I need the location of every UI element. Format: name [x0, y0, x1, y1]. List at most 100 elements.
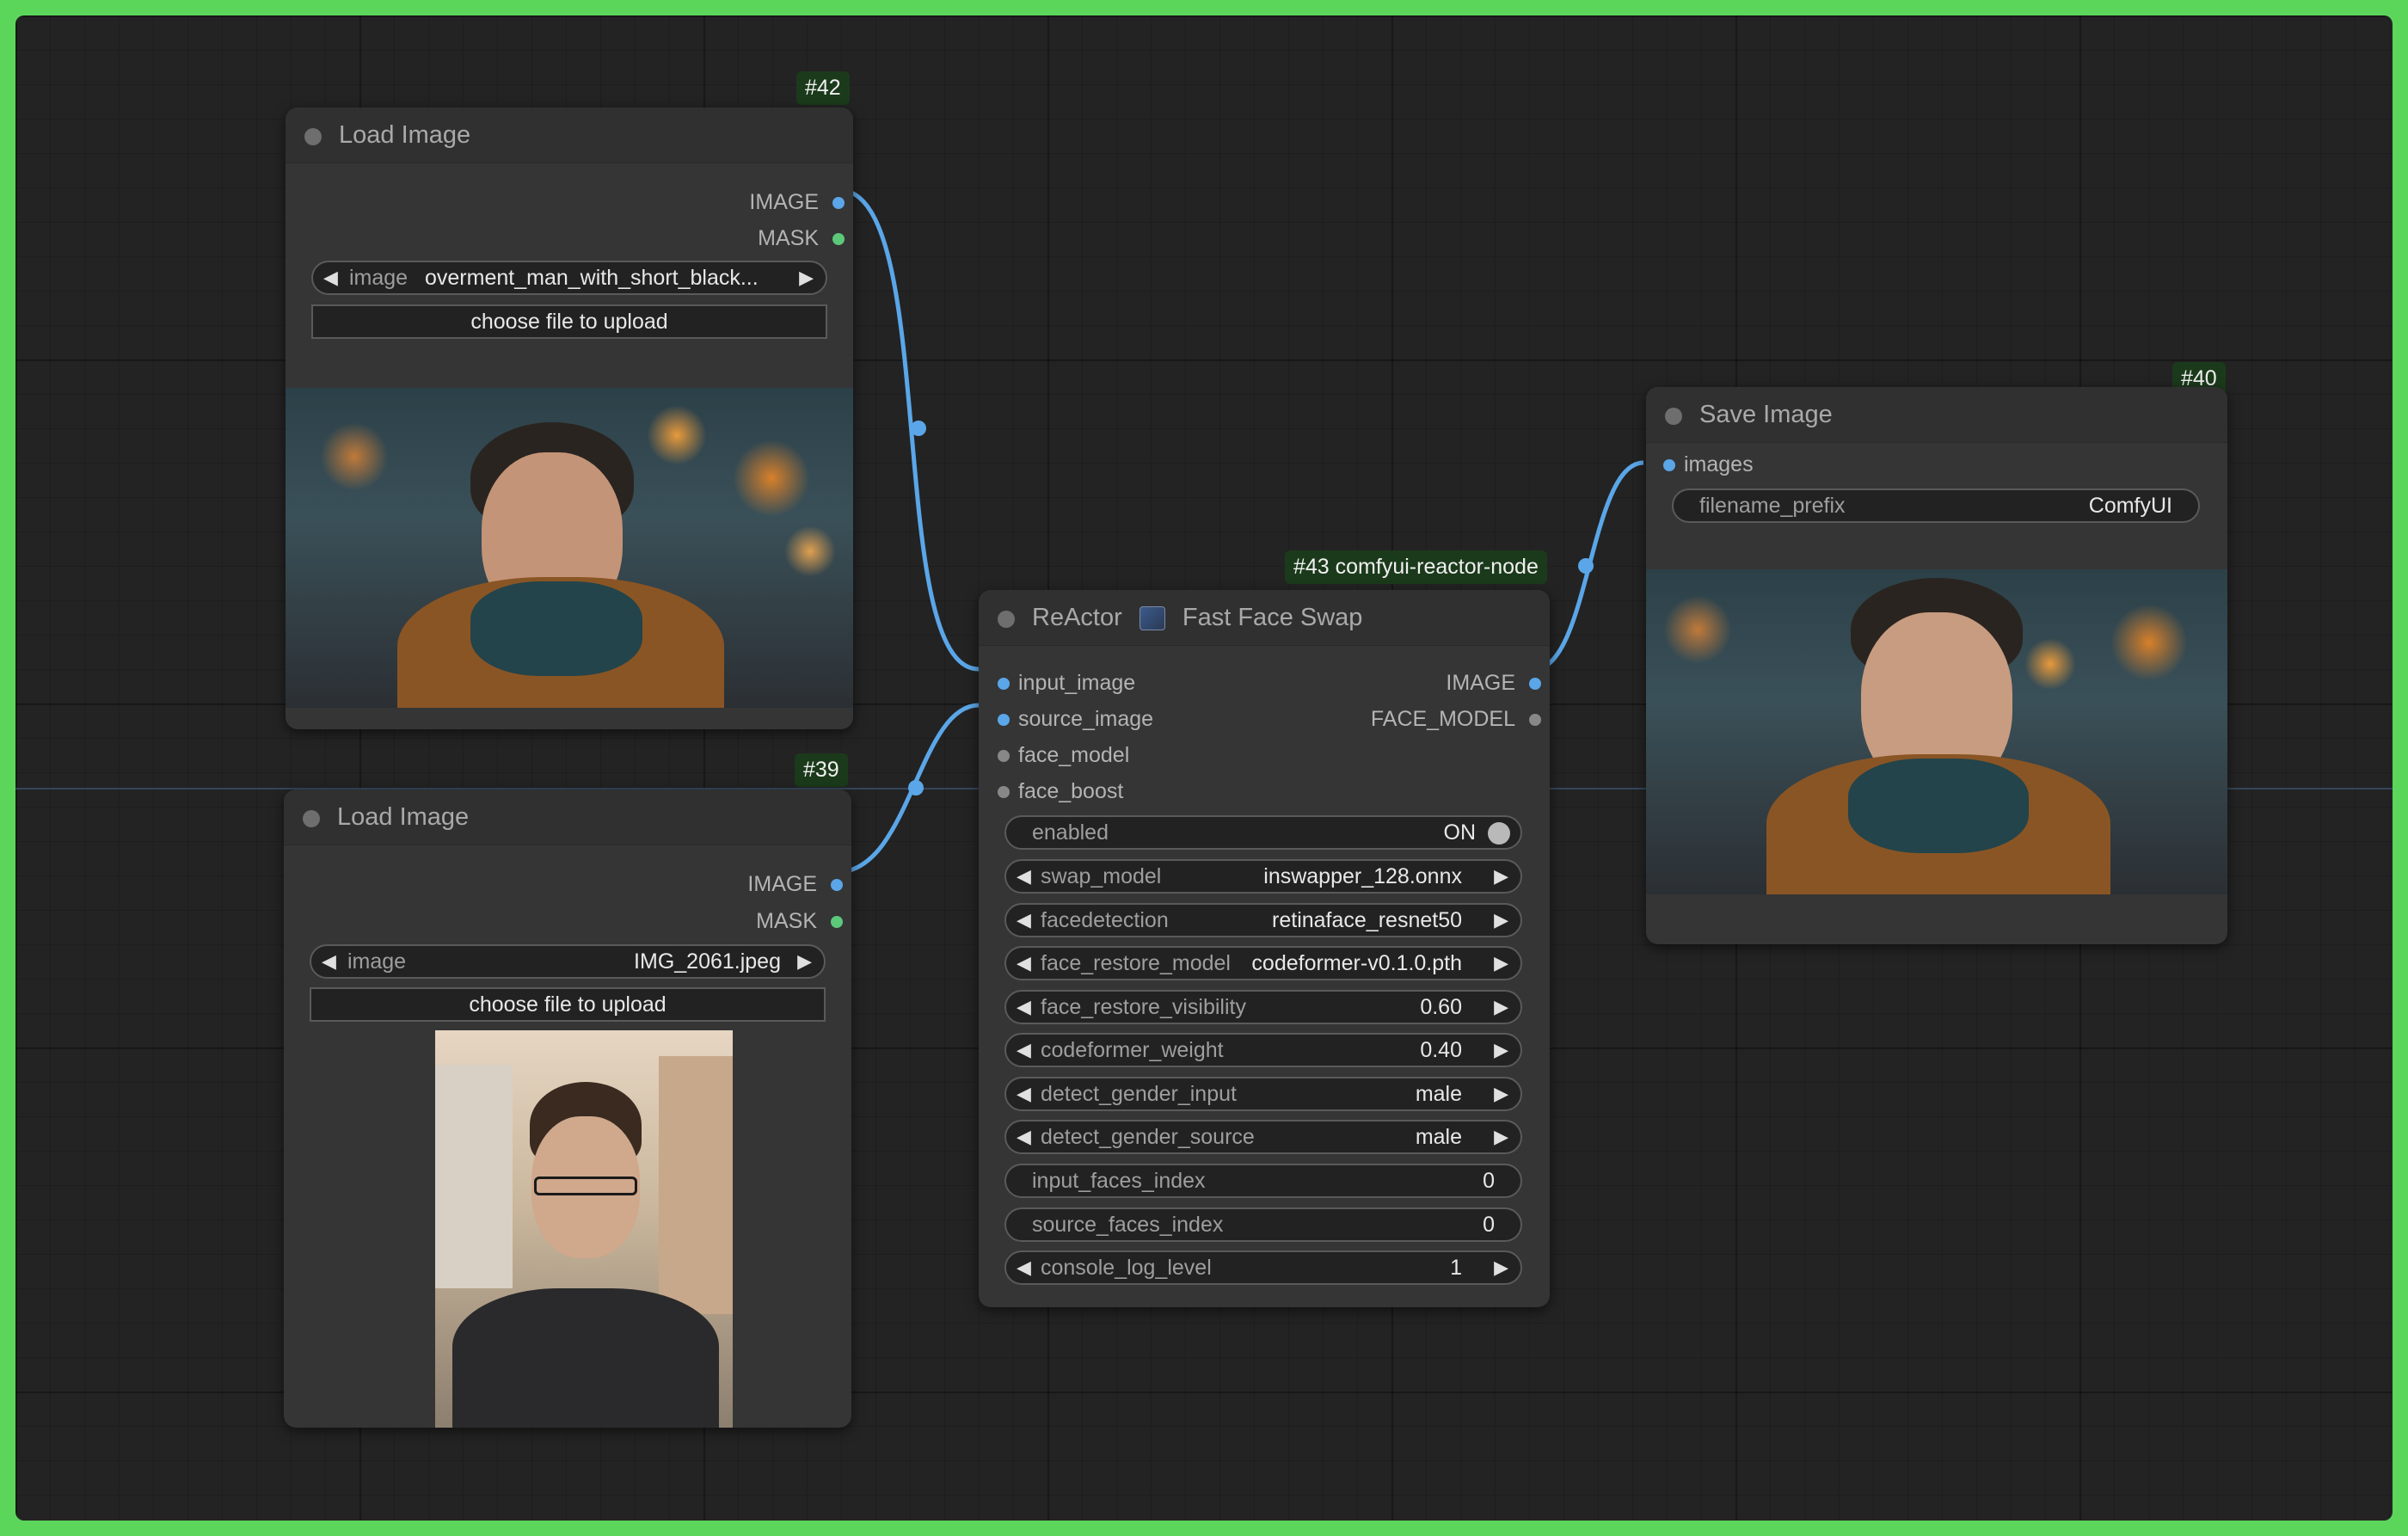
- widget-name: detect_gender_input: [1041, 1082, 1237, 1106]
- node-header[interactable]: Load Image: [284, 790, 851, 845]
- node-header[interactable]: Load Image: [286, 108, 853, 163]
- node-id-badge: #43 comfyui-reactor-node: [1285, 550, 1547, 584]
- decrement-arrow-icon[interactable]: ◀: [1017, 948, 1031, 979]
- decrement-arrow-icon[interactable]: ◀: [1017, 861, 1031, 892]
- widget-value: 0: [1483, 1213, 1495, 1237]
- image-combo-widget[interactable]: ◀ image IMG_2061.jpeg ▶: [310, 944, 826, 979]
- output-label: IMAGE: [749, 190, 819, 214]
- decrement-arrow-icon[interactable]: ◀: [1017, 1035, 1031, 1066]
- output-dot-icon[interactable]: [831, 916, 843, 928]
- node-header[interactable]: Save Image: [1646, 387, 2227, 443]
- widget-value: ComfyUI: [2088, 494, 2172, 518]
- widget-value: IMG_2061.jpeg: [634, 949, 781, 974]
- face-restore-visibility-number[interactable]: ◀ face_restore_visibility 0.60 ▶: [1004, 990, 1522, 1024]
- input-label: face_model: [1018, 743, 1130, 767]
- face-restore-model-combo[interactable]: ◀ face_restore_model codeformer-v0.1.0.p…: [1004, 946, 1522, 980]
- output-slot-image[interactable]: IMAGE: [284, 872, 851, 898]
- input-dot-icon[interactable]: [998, 750, 1010, 762]
- increment-arrow-icon[interactable]: ▶: [1494, 1035, 1508, 1066]
- widget-value: retinaface_resnet50: [1272, 908, 1462, 932]
- output-slot-image[interactable]: IMAGE: [286, 190, 853, 216]
- widget-name: input_faces_index: [1032, 1169, 1206, 1193]
- output-dot-icon[interactable]: [832, 197, 845, 209]
- upload-button[interactable]: choose file to upload: [310, 987, 826, 1022]
- selfie-photo-man-with-glasses-icon: [435, 1030, 733, 1428]
- graph-canvas[interactable]: #42 Load Image IMAGE MASK ◀ image overme…: [15, 15, 2393, 1521]
- input-dot-icon[interactable]: [998, 786, 1010, 798]
- input-label: images: [1684, 452, 1754, 476]
- image-combo-widget[interactable]: ◀ image overment_man_with_short_black...…: [311, 261, 827, 295]
- detect-gender-source-combo[interactable]: ◀ detect_gender_source male ▶: [1004, 1120, 1522, 1154]
- increment-arrow-icon[interactable]: ▶: [799, 262, 814, 293]
- decrement-arrow-icon[interactable]: ◀: [322, 946, 336, 977]
- output-label: MASK: [756, 909, 817, 933]
- output-label: FACE_MODEL: [1370, 707, 1515, 731]
- widget-name: filename_prefix: [1699, 494, 1846, 518]
- widget-value: 0.40: [1420, 1038, 1462, 1062]
- reactor-fast-face-swap-node[interactable]: ReActor Fast Face Swap input_image sourc…: [979, 590, 1550, 1307]
- increment-arrow-icon[interactable]: ▶: [1494, 948, 1508, 979]
- widget-value: 0: [1483, 1169, 1495, 1193]
- increment-arrow-icon[interactable]: ▶: [1494, 861, 1508, 892]
- load-image-node-42[interactable]: Load Image IMAGE MASK ◀ image overment_m…: [286, 108, 853, 729]
- console-log-level-number[interactable]: ◀ console_log_level 1 ▶: [1004, 1250, 1522, 1285]
- widget-name: face_restore_visibility: [1041, 995, 1246, 1019]
- increment-arrow-icon[interactable]: ▶: [1494, 1121, 1508, 1152]
- collapse-dot-icon[interactable]: [1665, 408, 1682, 425]
- output-label: IMAGE: [747, 872, 817, 896]
- decrement-arrow-icon[interactable]: ◀: [1017, 992, 1031, 1023]
- widget-value: 1: [1450, 1256, 1462, 1280]
- save-image-node-40[interactable]: Save Image images filename_prefix ComfyU…: [1646, 387, 2227, 944]
- picture-emoji-icon: [1139, 606, 1165, 631]
- output-slot-mask[interactable]: MASK: [284, 909, 851, 935]
- widget-name: face_restore_model: [1041, 951, 1231, 975]
- portrait-photo-man-in-jacket-icon: [286, 388, 853, 708]
- decrement-arrow-icon[interactable]: ◀: [1017, 1121, 1031, 1152]
- input-label: face_boost: [1018, 779, 1124, 803]
- increment-arrow-icon[interactable]: ▶: [797, 946, 812, 977]
- widget-name: detect_gender_source: [1041, 1125, 1255, 1149]
- link-midpoint-1: [911, 421, 926, 436]
- swapped-face-result-photo-icon: [1646, 569, 2227, 894]
- output-dot-icon[interactable]: [831, 879, 843, 891]
- swap-model-combo[interactable]: ◀ swap_model inswapper_128.onnx ▶: [1004, 859, 1522, 894]
- output-label: MASK: [758, 226, 819, 250]
- output-dot-icon[interactable]: [1529, 714, 1541, 726]
- decrement-arrow-icon[interactable]: ◀: [1017, 1252, 1031, 1283]
- output-slot-image[interactable]: IMAGE: [979, 671, 1550, 697]
- detect-gender-input-combo[interactable]: ◀ detect_gender_input male ▶: [1004, 1077, 1522, 1111]
- load-image-node-39[interactable]: Load Image IMAGE MASK ◀ image IMG_2061.j…: [284, 790, 851, 1428]
- widget-name: image: [349, 266, 408, 290]
- enabled-toggle[interactable]: enabled ON: [1004, 815, 1522, 850]
- output-slot-face-model[interactable]: FACE_MODEL: [979, 707, 1550, 733]
- toggle-knob-icon[interactable]: [1488, 822, 1510, 845]
- input-dot-icon[interactable]: [1663, 459, 1675, 471]
- codeformer-weight-number[interactable]: ◀ codeformer_weight 0.40 ▶: [1004, 1033, 1522, 1067]
- collapse-dot-icon[interactable]: [303, 810, 320, 827]
- widget-name: source_faces_index: [1032, 1213, 1224, 1237]
- node-id-badge: #42: [796, 71, 850, 105]
- output-dot-icon[interactable]: [1529, 678, 1541, 690]
- increment-arrow-icon[interactable]: ▶: [1494, 1252, 1508, 1283]
- node-title: Load Image: [339, 121, 471, 149]
- collapse-dot-icon[interactable]: [304, 128, 322, 145]
- decrement-arrow-icon[interactable]: ◀: [1017, 1078, 1031, 1109]
- decrement-arrow-icon[interactable]: ◀: [323, 262, 338, 293]
- input-faces-index-field[interactable]: input_faces_index 0: [1004, 1164, 1522, 1198]
- widget-name: console_log_level: [1041, 1256, 1212, 1280]
- upload-button[interactable]: choose file to upload: [311, 304, 827, 339]
- widget-value: male: [1415, 1082, 1462, 1106]
- decrement-arrow-icon[interactable]: ◀: [1017, 905, 1031, 936]
- widget-name: image: [347, 949, 407, 974]
- output-slot-mask[interactable]: MASK: [286, 226, 853, 252]
- increment-arrow-icon[interactable]: ▶: [1494, 1078, 1508, 1109]
- collapse-dot-icon[interactable]: [998, 611, 1015, 628]
- node-header[interactable]: ReActor Fast Face Swap: [979, 590, 1550, 646]
- filename-prefix-field[interactable]: filename_prefix ComfyUI: [1672, 488, 2200, 523]
- increment-arrow-icon[interactable]: ▶: [1494, 905, 1508, 936]
- source-faces-index-field[interactable]: source_faces_index 0: [1004, 1207, 1522, 1242]
- link-image1-to-input-image: [838, 187, 980, 672]
- facedetection-combo[interactable]: ◀ facedetection retinaface_resnet50 ▶: [1004, 903, 1522, 937]
- output-dot-icon[interactable]: [832, 233, 845, 245]
- increment-arrow-icon[interactable]: ▶: [1494, 992, 1508, 1023]
